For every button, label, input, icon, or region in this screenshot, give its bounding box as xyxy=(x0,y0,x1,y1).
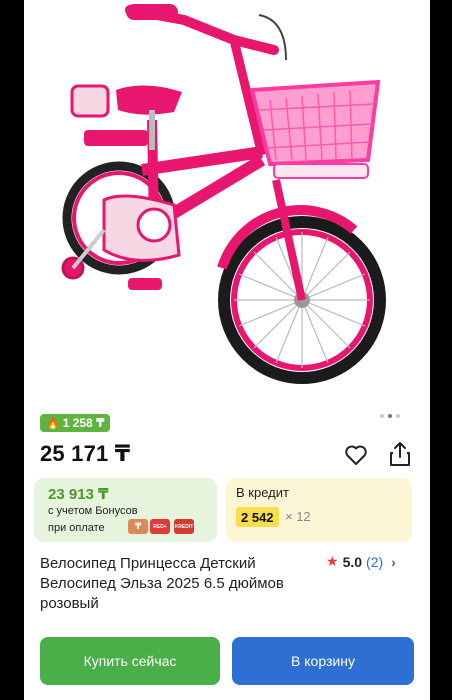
credit-card[interactable]: В кредит 2 542 × 12 xyxy=(226,478,412,542)
gallery-dot[interactable] xyxy=(380,414,384,418)
red-icon: RED+ xyxy=(150,519,170,534)
gallery-dot[interactable] xyxy=(396,414,400,418)
add-to-cart-button[interactable]: В корзину xyxy=(232,637,414,685)
flame-icon: 🔥 xyxy=(46,417,60,430)
kredit-icon: KREDIT xyxy=(174,519,194,534)
product-image[interactable] xyxy=(24,0,430,400)
bonus-badge: 🔥 1 258 ₸ xyxy=(40,414,111,432)
bicycle-image xyxy=(61,4,386,384)
kaspi-icon: ₸ xyxy=(128,519,148,534)
bonus-price: 23 913 ₸ xyxy=(48,486,109,503)
share-icon[interactable] xyxy=(388,441,412,467)
bonus-badge-value: 1 258 ₸ xyxy=(62,416,105,430)
product-rating[interactable]: ★ 5.0 (2) › xyxy=(326,553,396,570)
product-screen: 🔥 1 258 ₸ 25 171 ₸ 23 913 ₸ с учетом Бон… xyxy=(24,0,430,700)
gallery-dots xyxy=(380,414,400,418)
product-price: 25 171 ₸ xyxy=(40,441,131,466)
chevron-right-icon[interactable]: › xyxy=(391,554,396,570)
rating-value: 5.0 xyxy=(342,553,363,570)
buy-now-button[interactable]: Купить сейчас xyxy=(40,637,220,685)
bonus-price-card[interactable]: 23 913 ₸ с учетом Бонусов при оплате ₸ R… xyxy=(34,478,217,542)
product-title: Велосипед Принцесса Детский Велосипед Эл… xyxy=(40,555,284,612)
credit-months: × 12 xyxy=(285,509,311,524)
bonus-payment-text: при оплате xyxy=(48,522,105,534)
heart-icon[interactable] xyxy=(344,444,368,466)
star-icon: ★ xyxy=(326,553,339,569)
gallery-dot-active[interactable] xyxy=(388,414,392,418)
credit-label: В кредит xyxy=(236,485,289,500)
credit-amount: 2 542 xyxy=(236,507,279,527)
bonus-text: с учетом Бонусов xyxy=(48,505,138,517)
reviews-count[interactable]: (2) xyxy=(366,554,383,570)
